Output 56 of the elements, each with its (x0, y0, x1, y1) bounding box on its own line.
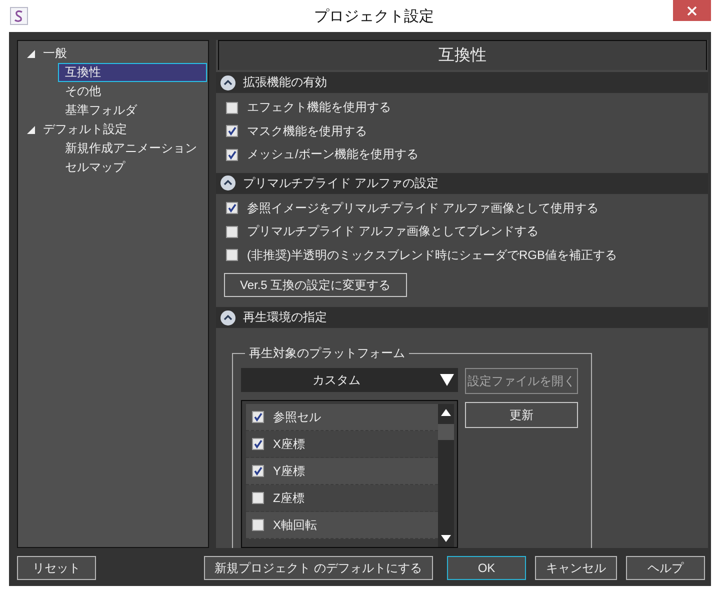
checkbox[interactable] (226, 102, 238, 114)
tree-item[interactable]: セルマップ (58, 158, 207, 177)
section-header[interactable]: 再生環境の指定 (216, 307, 708, 328)
tree-item[interactable]: 互換性 (58, 63, 207, 82)
checkbox[interactable] (226, 202, 238, 214)
checkbox[interactable] (226, 125, 238, 138)
list-item[interactable]: X座標 (273, 436, 306, 452)
checkbox[interactable] (252, 465, 264, 477)
compat-button[interactable]: Ver.5 互換の設定に変更する (224, 273, 407, 297)
app-icon (10, 7, 28, 25)
collapse-icon[interactable] (220, 74, 236, 90)
dialog-button[interactable]: リセット (17, 556, 96, 580)
section-title: 拡張機能の有効 (243, 74, 327, 91)
dialog-button[interactable]: OK (447, 556, 526, 580)
tree-item[interactable]: その他 (58, 82, 207, 101)
platform-dropdown[interactable]: カスタム (241, 368, 458, 392)
option-label[interactable]: メッシュ/ボーン機能を使用する (247, 146, 418, 164)
checkbox[interactable] (252, 438, 264, 450)
scrollbar[interactable] (438, 404, 454, 547)
panel-title: 互換性 (218, 40, 707, 70)
option-label[interactable]: エフェクト機能を使用する (247, 99, 391, 116)
collapse-icon[interactable] (220, 310, 236, 326)
checkbox[interactable] (226, 148, 238, 161)
list-item[interactable]: X軸回転 (273, 516, 318, 534)
section-title: 再生環境の指定 (243, 309, 327, 326)
list-item[interactable]: Y座標 (273, 462, 306, 480)
tree-item[interactable]: デフォルト設定 (42, 120, 207, 139)
list-item[interactable]: 参照セル (273, 408, 321, 426)
section-header[interactable]: 拡張機能の有効 (216, 72, 708, 93)
section-title: プリマルチプライド アルファの設定 (243, 174, 438, 192)
expanded-icon[interactable] (26, 126, 36, 134)
group-title: 再生対象のプラットフォーム (248, 345, 406, 362)
dialog-button[interactable]: ヘルプ (626, 556, 705, 580)
close-button[interactable] (673, 0, 711, 21)
checkbox[interactable] (252, 411, 264, 423)
option-label[interactable]: プリマルチプライド アルファ画像としてブレンドする (247, 223, 538, 240)
checkbox[interactable] (252, 519, 264, 531)
tree-item[interactable]: 新規作成アニメーション (58, 139, 207, 158)
checkbox[interactable] (226, 249, 238, 262)
section-header[interactable]: プリマルチプライド アルファの設定 (216, 172, 708, 194)
close-icon (687, 6, 697, 16)
checkbox[interactable] (226, 226, 238, 238)
checkbox[interactable] (252, 492, 264, 504)
option-label[interactable]: (非推奨)半透明のミックスブレンド時にシェーダでRGB値を補正する (247, 246, 617, 264)
dialog-button[interactable]: 新規プロジェクト のデフォルトにする (204, 556, 433, 580)
option-label[interactable]: 参照イメージをプリマルチプライド アルファ画像として使用する (247, 200, 598, 217)
collapse-icon[interactable] (220, 175, 236, 191)
list-item[interactable]: Z座標 (273, 490, 304, 506)
expanded-icon[interactable] (26, 50, 36, 58)
window-title: プロジェクト設定 (314, 6, 434, 26)
dialog-button[interactable]: キャンセル (535, 556, 617, 580)
update-button[interactable]: 更新 (465, 402, 578, 428)
dropdown-arrow-icon (440, 374, 454, 386)
tree-item[interactable]: 基準フォルダ (58, 101, 207, 120)
tree-item[interactable]: 一般 (42, 44, 207, 63)
option-label[interactable]: マスク機能を使用する (247, 122, 367, 140)
